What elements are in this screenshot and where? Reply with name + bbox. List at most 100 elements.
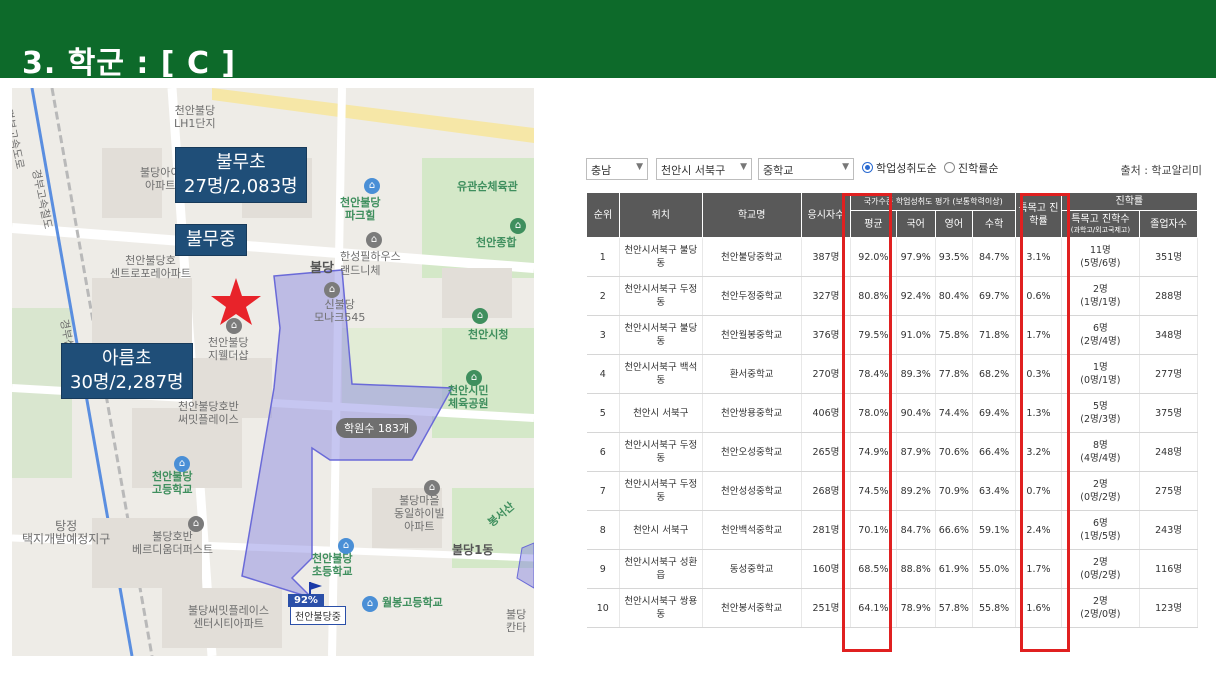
math-cell: 69.7% [972,276,1017,316]
korean-cell: 89.3% [896,354,936,394]
school-cell: 동성중학교 [702,549,802,589]
special-count-value: 2명 [1093,479,1108,490]
school-level-select[interactable]: 중학교 ▼ [758,158,854,180]
graduates-cell: 248명 [1139,432,1198,472]
header-special-rate: 특목고 진학률 [1015,192,1062,238]
map-label-ranto: 랜드니체 [340,264,381,277]
special-count-cell: 6명 (2명/4명) [1061,315,1141,355]
applicants-cell: 265명 [801,432,852,472]
special-count-cell: 11명 (5명/6명) [1061,237,1141,277]
header-school: 학교명 [701,192,802,238]
special-count-value: 2명 [1093,596,1108,607]
average-cell: 80.8% [850,276,897,316]
map-label-tangjeong: 탕정 택지개발예정지구 [22,519,111,546]
chevron-down-icon: ▼ [636,162,643,172]
header-applicants: 응시자수 [800,192,852,238]
graduates-cell: 288명 [1139,276,1198,316]
graduates-cell: 375명 [1139,393,1198,433]
sort-advance-radio[interactable]: 진학률순 [944,160,998,176]
special-rate-cell: 1.7% [1015,315,1062,355]
school-ranking-panel: 충남 ▼ 천안시 서북구 ▼ 중학교 ▼ 학업성취도순 진학률순 출처 : 학교… [585,156,1204,652]
special-count-breakdown: (0명/2명) [1080,570,1121,581]
average-cell: 78.4% [850,354,897,394]
applicants-cell: 406명 [801,393,852,433]
special-count-cell: 6명 (1명/5명) [1061,510,1141,550]
region-select[interactable]: 충남 ▼ [586,158,648,180]
map-label-citypark: 천안시민 체육공원 [448,384,489,410]
korean-cell: 89.2% [896,471,936,511]
graduates-cell: 123명 [1139,588,1198,628]
district-value: 천안시 서북구 [661,164,726,177]
special-count-breakdown: (2명/0명) [1080,609,1121,620]
special-rate-cell: 1.6% [1015,588,1062,628]
rank-cell: 1 [586,237,621,277]
sort-achievement-radio[interactable]: 학업성취도순 [862,160,937,176]
map-label-highschool: 천안불당 고등학교 [152,470,193,496]
map-label-ssum-center: 불당써밋플레이스 센터시티아파트 [188,604,269,630]
rank-cell: 2 [586,276,621,316]
header-graduates: 졸업자수 [1139,210,1198,238]
graduates-cell: 348명 [1139,315,1198,355]
table-row: 5 천안시 서북구 천안쌍용중학교 406명 78.0% 90.4% 74.4% 69.4% 1… [586,393,1198,433]
map-label-maeul: 불당마을 동일하이빌 아파트 [394,494,445,533]
math-cell: 84.7% [972,237,1017,277]
building-pin-icon: ⌂ [366,232,382,248]
english-cell: 74.4% [935,393,973,433]
graduates-cell: 275명 [1139,471,1198,511]
school-cell: 환서중학교 [702,354,802,394]
rank-cell: 9 [586,549,621,589]
math-cell: 59.1% [972,510,1017,550]
english-cell: 77.8% [935,354,973,394]
average-cell: 79.5% [850,315,897,355]
average-cell: 74.5% [850,471,897,511]
english-cell: 75.8% [935,315,973,355]
apartment-pin-icon: ⌂ [188,516,204,532]
korean-cell: 87.9% [896,432,936,472]
rank-cell: 3 [586,315,621,355]
header-korean: 국어 [895,210,936,238]
header-rank: 순위 [585,192,621,238]
special-count-cell: 2명 (0명/2명) [1061,471,1141,511]
callout-title: 불무중 [186,229,236,250]
graduates-cell: 277명 [1139,354,1198,394]
table-row: 9 천안시서북구 성환읍 동성중학교 160명 68.5% 88.8% 61.9% 55.0%… [586,549,1198,589]
academy-count-badge: 학원수 183개 [336,418,417,438]
table-row: 2 천안시서북구 두정동 천안두정중학교 327명 80.8% 92.4% 80.4% 69.… [586,276,1198,316]
average-cell: 74.9% [850,432,897,472]
location-cell: 천안시 서북구 [619,510,703,550]
special-rate-cell: 3.2% [1015,432,1062,472]
sort-advance-label: 진학률순 [958,162,999,175]
special-count-breakdown: (2명/3명) [1080,414,1121,425]
map-label-jonghap: 천안종합 [476,236,517,249]
map-label-bellaterra: 불당호반 베르디움더퍼스트 [132,530,213,556]
special-count-breakdown: (2명/4명) [1080,336,1121,347]
location-cell: 천안시서북구 두정동 [619,432,703,472]
special-rate-cell: 3.1% [1015,237,1062,277]
district-select[interactable]: 천안시 서북구 ▼ [656,158,752,180]
graduates-cell: 116명 [1139,549,1198,589]
map-label-elementary: 천안불당 초등학교 [312,552,353,578]
map-label-yugwansun: 유관순체육관 [457,180,518,193]
school-cell: 천안쌍용중학교 [702,393,802,433]
korean-cell: 78.9% [896,588,936,628]
cityhall-pin-icon: ⌂ [472,308,488,324]
special-count-breakdown: (1명/1명) [1080,297,1121,308]
applicants-cell: 251명 [801,588,852,628]
table-row: 3 천안시서북구 불당동 천안월봉중학교 376명 79.5% 91.0% 75.8% 71.… [586,315,1198,355]
header-special-count: 특목고 진학수 (과학고/외고국제고) [1060,210,1141,238]
korean-cell: 84.7% [896,510,936,550]
callout-bulmu-elementary: 불무초 27명/2,083명 [175,147,307,203]
korean-cell: 90.4% [896,393,936,433]
special-count-breakdown: (0명/2명) [1080,492,1121,503]
building-pin-icon: ⌂ [324,282,340,298]
graduates-cell: 351명 [1139,237,1198,277]
special-count-cell: 1명 (0명/1명) [1061,354,1141,394]
location-cell: 천안시 서북구 [619,393,703,433]
table-row: 4 천안시서북구 백석동 환서중학교 270명 78.4% 89.3% 77.8% 68.2%… [586,354,1198,394]
math-cell: 69.4% [972,393,1017,433]
rank-cell: 8 [586,510,621,550]
chevron-down-icon: ▼ [740,162,747,172]
school-district-map[interactable]: 경부고속도로 경부고속철도 경부선 천안불당 LH1단지 유관순체육관 천안종합… [12,88,534,656]
special-count-value: 6명 [1093,518,1108,529]
math-cell: 71.8% [972,315,1017,355]
